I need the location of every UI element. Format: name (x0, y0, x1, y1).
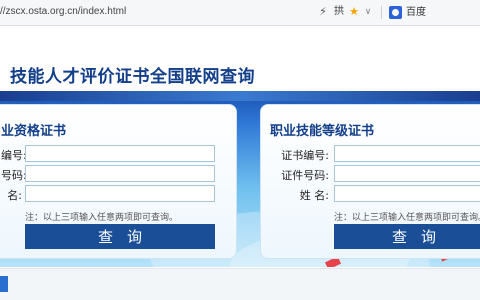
name-label: 姓 名: (299, 189, 329, 202)
query-note: 注：以上三项输入任意两项即可查询。 (334, 213, 480, 223)
address-bar[interactable]: //zscx.osta.org.cn/index.html (0, 6, 126, 17)
card-title: 业资格证书 (1, 124, 67, 139)
name-label: 名: (7, 189, 22, 202)
id-number-label: 号码: (1, 169, 27, 182)
reader-mode-icon[interactable]: 拱 (333, 5, 345, 19)
id-number-input[interactable] (334, 165, 480, 182)
vocational-qualification-card: 业资格证书 编号: 号码: 名: 注：以上三项输入任意两项即可查询。 查询 (0, 104, 237, 259)
certificate-number-label: 证书编号: (281, 149, 329, 162)
name-input[interactable] (334, 185, 480, 202)
skill-level-certificate-card: 职业技能等级证书 证书编号: 证件号码: 姓 名: 注：以上三项输入任意两项即可… (260, 104, 480, 259)
footer-tab-marker (0, 276, 8, 292)
name-input[interactable] (25, 185, 215, 202)
id-number-label: 证件号码: (281, 169, 329, 182)
browser-toolbar: //zscx.osta.org.cn/index.html ⚡ 拱 ★ ∨ 百度 (0, 0, 480, 26)
bolt-icon[interactable]: ⚡ (318, 5, 328, 19)
id-number-input[interactable] (25, 165, 215, 182)
query-note: 注：以上三项输入任意两项即可查询。 (25, 213, 179, 223)
query-button[interactable]: 查询 (334, 224, 480, 249)
certificate-number-input[interactable] (25, 145, 215, 162)
banner-top-strip (0, 91, 480, 101)
search-engine-icon[interactable] (389, 6, 402, 19)
certificate-number-label: 编号: (1, 149, 27, 162)
card-title: 职业技能等级证书 (270, 124, 375, 139)
toolbar-divider (381, 6, 382, 19)
query-button[interactable]: 查询 (25, 224, 215, 249)
footer-strip (0, 268, 480, 300)
certificate-number-input[interactable] (334, 145, 480, 162)
bookmark-star-icon[interactable]: ★ (348, 5, 360, 19)
page-title: 技能人才评价证书全国联网查询 (10, 67, 255, 87)
search-engine-label[interactable]: 百度 (406, 6, 426, 19)
chevron-down-icon[interactable]: ∨ (362, 5, 374, 19)
